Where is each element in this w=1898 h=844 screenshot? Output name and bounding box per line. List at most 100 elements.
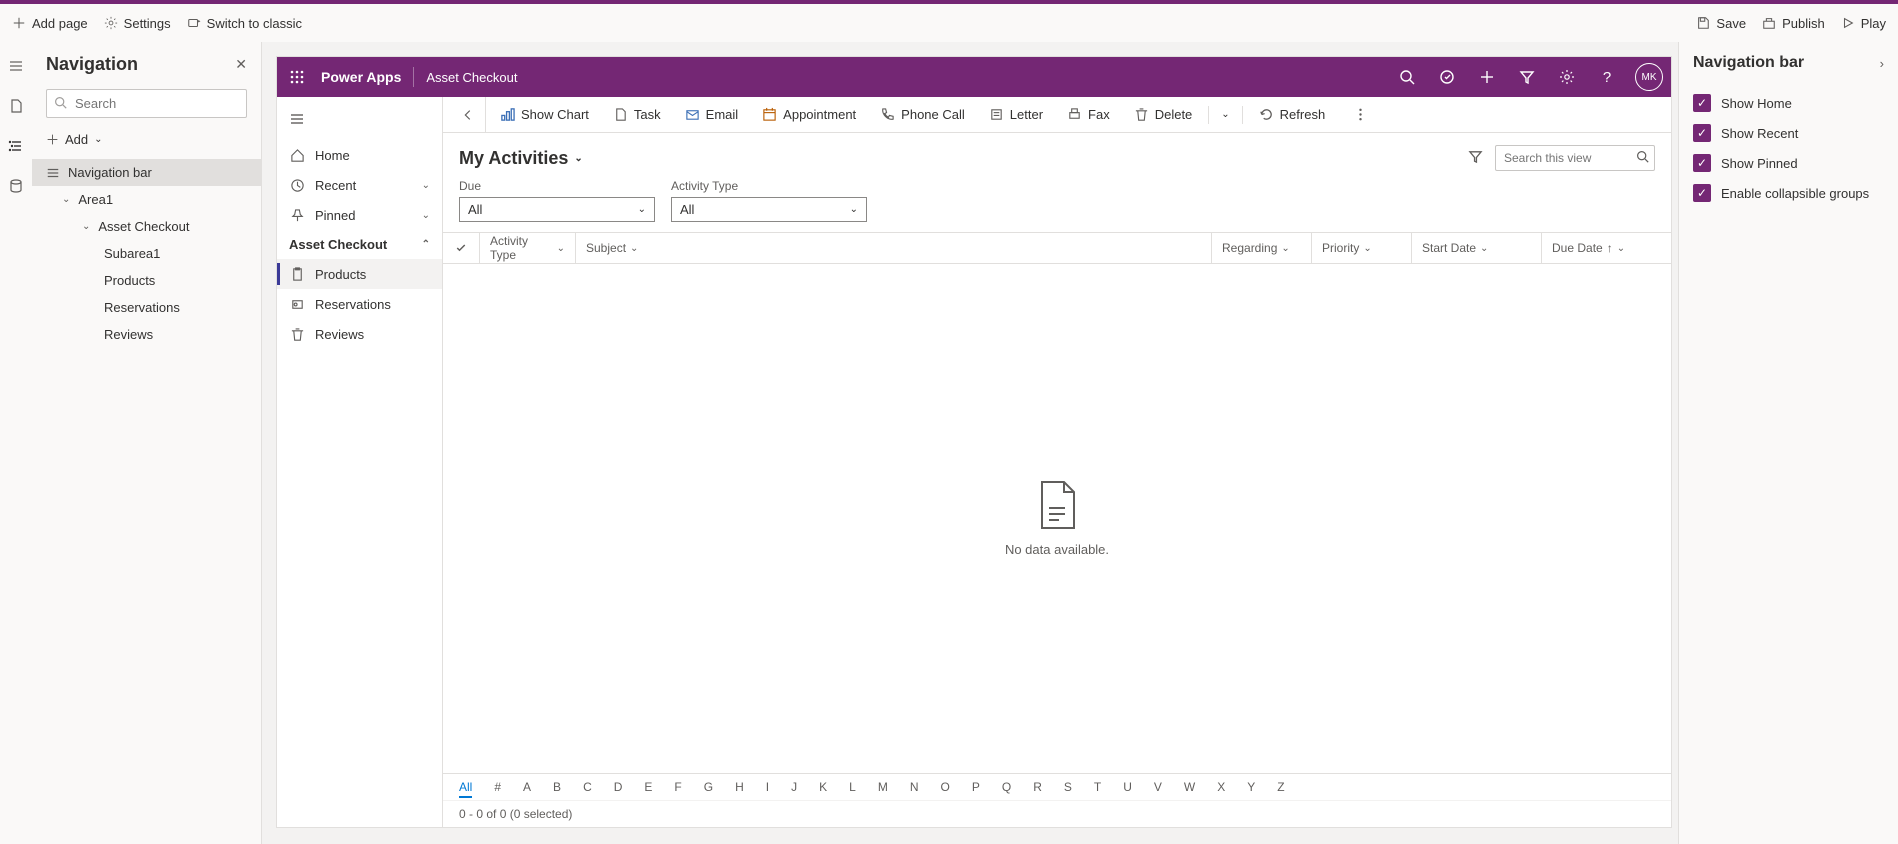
- cmd-show-chart[interactable]: Show Chart: [490, 97, 599, 132]
- alpha-M[interactable]: M: [878, 780, 888, 798]
- alpha-Z[interactable]: Z: [1277, 780, 1284, 798]
- col-priority[interactable]: Priority⌄: [1311, 233, 1411, 263]
- alpha-F[interactable]: F: [674, 780, 681, 798]
- alpha-G[interactable]: G: [704, 780, 713, 798]
- alpha-I[interactable]: I: [766, 780, 769, 798]
- tree-item-navigation-bar[interactable]: Navigation bar: [32, 159, 261, 186]
- alpha-E[interactable]: E: [644, 780, 652, 798]
- play-button[interactable]: Play: [1841, 16, 1886, 31]
- alpha-O[interactable]: O: [941, 780, 950, 798]
- search-icon[interactable]: [1636, 150, 1649, 166]
- rail-data-icon[interactable]: [8, 178, 24, 194]
- cmd-email[interactable]: Email: [675, 97, 749, 132]
- cmd-refresh[interactable]: Refresh: [1249, 97, 1336, 132]
- nav-search-input[interactable]: [46, 89, 247, 118]
- view-filter-icon[interactable]: [1468, 149, 1483, 167]
- rail-page-icon[interactable]: [8, 98, 24, 114]
- alpha-Q[interactable]: Q: [1002, 780, 1011, 798]
- publish-button[interactable]: Publish: [1762, 16, 1825, 31]
- checkbox-show-pinned[interactable]: ✓Show Pinned: [1693, 148, 1884, 178]
- sitemap-recent[interactable]: Recent⌄: [277, 170, 442, 200]
- tree-label: Navigation bar: [68, 165, 152, 180]
- header-search-icon[interactable]: [1387, 57, 1427, 97]
- alpha-B[interactable]: B: [553, 780, 561, 798]
- home-icon: [289, 147, 305, 163]
- alpha-N[interactable]: N: [910, 780, 919, 798]
- alpha-D[interactable]: D: [614, 780, 623, 798]
- alpha-W[interactable]: W: [1184, 780, 1195, 798]
- sitemap-products[interactable]: Products: [277, 259, 442, 289]
- alpha-H[interactable]: H: [735, 780, 744, 798]
- cmd-overflow[interactable]: [1343, 97, 1378, 132]
- due-select[interactable]: All⌄: [459, 197, 655, 222]
- alpha-X[interactable]: X: [1217, 780, 1225, 798]
- col-activity-type[interactable]: Activity Type⌄: [479, 233, 575, 263]
- activity-type-select[interactable]: All⌄: [671, 197, 867, 222]
- col-subject[interactable]: Subject⌄: [575, 233, 1211, 263]
- back-button[interactable]: [451, 97, 486, 132]
- refresh-icon: [1259, 107, 1274, 122]
- rail-nav-icon[interactable]: [8, 138, 24, 154]
- alpha-T[interactable]: T: [1094, 780, 1101, 798]
- tree-item-subarea1[interactable]: Subarea1: [32, 240, 261, 267]
- waffle-icon[interactable]: [277, 69, 317, 85]
- checkbox-show-recent[interactable]: ✓Show Recent: [1693, 118, 1884, 148]
- switch-classic-button[interactable]: Switch to classic: [187, 16, 302, 31]
- rail-tree-icon[interactable]: [8, 58, 24, 74]
- alpha-A[interactable]: A: [523, 780, 531, 798]
- check-label: Show Home: [1721, 96, 1792, 111]
- alpha-S[interactable]: S: [1064, 780, 1072, 798]
- header-add-icon[interactable]: [1467, 57, 1507, 97]
- add-button[interactable]: Add ⌄: [32, 124, 261, 155]
- alpha-C[interactable]: C: [583, 780, 592, 798]
- checkbox-show-home[interactable]: ✓Show Home: [1693, 88, 1884, 118]
- col-start-date[interactable]: Start Date⌄: [1411, 233, 1541, 263]
- view-selector[interactable]: My Activities ⌄: [459, 148, 583, 169]
- cmd-delete-split[interactable]: ⌄: [1215, 97, 1235, 132]
- cmd-task[interactable]: Task: [603, 97, 671, 132]
- col-due-date[interactable]: Due Date↑⌄: [1541, 233, 1671, 263]
- alpha-Y[interactable]: Y: [1247, 780, 1255, 798]
- settings-button[interactable]: Settings: [104, 16, 171, 31]
- tree-item-reservations[interactable]: Reservations: [32, 294, 261, 321]
- sitemap-pinned[interactable]: Pinned⌄: [277, 200, 442, 230]
- alpha-All[interactable]: All: [459, 780, 472, 798]
- close-icon[interactable]: ✕: [235, 56, 247, 73]
- collapse-icon[interactable]: ›: [1880, 56, 1884, 71]
- cmd-label: Fax: [1088, 107, 1110, 122]
- add-page-button[interactable]: Add page: [12, 16, 88, 31]
- header-help-icon[interactable]: ?: [1587, 57, 1627, 97]
- alpha-K[interactable]: K: [819, 780, 827, 798]
- tree-item-area1[interactable]: ⌄ Area1: [32, 186, 261, 213]
- header-gear-icon[interactable]: [1547, 57, 1587, 97]
- header-filter-icon[interactable]: [1507, 57, 1547, 97]
- sitemap-reviews[interactable]: Reviews: [277, 319, 442, 349]
- tree-item-asset-checkout[interactable]: ⌄ Asset Checkout: [32, 213, 261, 240]
- alpha-P[interactable]: P: [972, 780, 980, 798]
- sitemap-group-asset-checkout[interactable]: Asset Checkout⌃: [277, 230, 442, 259]
- col-checkbox[interactable]: [443, 233, 479, 263]
- tree-item-products[interactable]: Products: [32, 267, 261, 294]
- cmd-delete[interactable]: Delete: [1124, 97, 1203, 132]
- tree-item-reviews[interactable]: Reviews: [32, 321, 261, 348]
- alpha-V[interactable]: V: [1154, 780, 1162, 798]
- alpha-R[interactable]: R: [1033, 780, 1042, 798]
- empty-doc-icon: [1037, 480, 1077, 530]
- checkbox-enable-collapsible[interactable]: ✓Enable collapsible groups: [1693, 178, 1884, 208]
- col-regarding[interactable]: Regarding⌄: [1211, 233, 1311, 263]
- sitemap-reservations[interactable]: Reservations: [277, 289, 442, 319]
- view-search-input[interactable]: [1495, 145, 1655, 171]
- alpha-#[interactable]: #: [494, 780, 501, 798]
- alpha-U[interactable]: U: [1123, 780, 1132, 798]
- cmd-fax[interactable]: Fax: [1057, 97, 1120, 132]
- avatar[interactable]: MK: [1635, 63, 1663, 91]
- cmd-phone-call[interactable]: Phone Call: [870, 97, 975, 132]
- sitemap-home[interactable]: Home: [277, 140, 442, 170]
- header-target-icon[interactable]: [1427, 57, 1467, 97]
- save-button[interactable]: Save: [1696, 16, 1746, 31]
- cmd-appointment[interactable]: Appointment: [752, 97, 866, 132]
- alpha-J[interactable]: J: [791, 780, 797, 798]
- cmd-letter[interactable]: Letter: [979, 97, 1053, 132]
- alpha-L[interactable]: L: [849, 780, 856, 798]
- hamburger-icon[interactable]: [277, 101, 442, 140]
